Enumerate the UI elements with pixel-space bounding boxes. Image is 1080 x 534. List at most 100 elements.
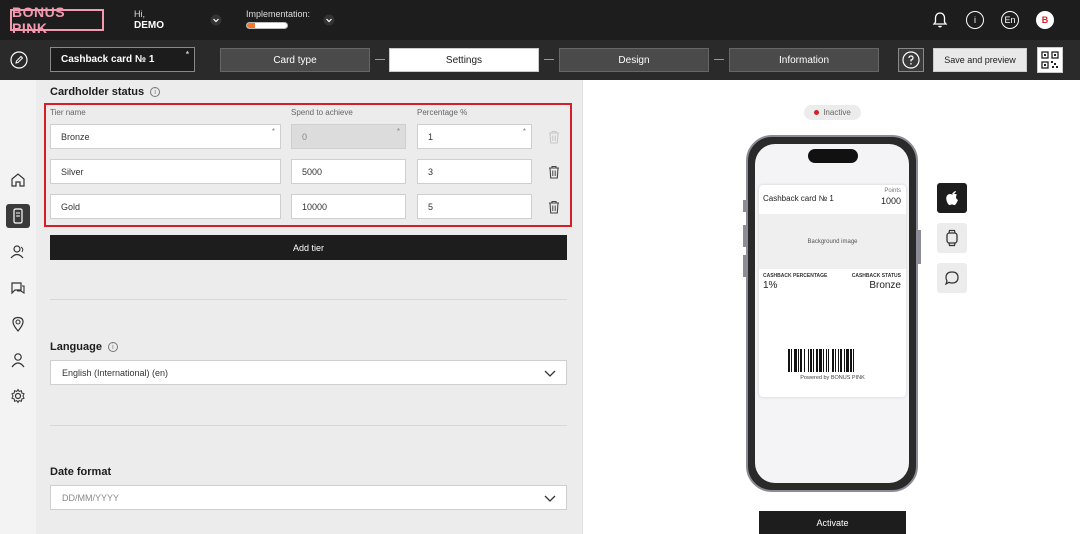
tab-card-type[interactable]: Card type	[220, 48, 370, 72]
add-tier-button[interactable]: Add tier	[50, 235, 567, 260]
android-wallet-button[interactable]	[937, 223, 967, 253]
tier-name-input[interactable]: Silver	[50, 159, 281, 184]
cashback-percentage-label: CASHBACK PERCENTAGE	[763, 273, 828, 279]
apple-wallet-button[interactable]	[937, 183, 967, 213]
sidebar	[0, 80, 36, 534]
bell-icon[interactable]	[931, 11, 949, 29]
tier-name-value: Silver	[61, 166, 84, 177]
language-value: English (International) (en)	[62, 367, 169, 378]
activate-button[interactable]: Activate	[759, 511, 906, 534]
barcode-bar	[798, 349, 799, 372]
language-select[interactable]: English (International) (en)	[50, 360, 567, 385]
chevron-down-icon	[544, 495, 556, 502]
barcode-bar	[850, 349, 852, 372]
barcode-bar	[853, 349, 854, 372]
info-icon[interactable]: i	[966, 11, 984, 29]
barcode-bar	[791, 349, 792, 372]
date-format-select[interactable]: DD/MM/YYYY	[50, 485, 567, 510]
percentage-input[interactable]: 3	[417, 159, 532, 184]
percentage-input[interactable]: 5	[417, 194, 532, 219]
tab-design[interactable]: Design	[559, 48, 709, 72]
percentage-value: 5	[428, 201, 434, 212]
language-button[interactable]: En	[1001, 11, 1019, 29]
spend-input[interactable]: 10000	[291, 194, 406, 219]
card-icon[interactable]	[6, 204, 30, 228]
barcode-bar	[813, 349, 814, 372]
status-dot	[814, 110, 820, 115]
spend-value: 5000	[302, 166, 323, 177]
spend-input[interactable]: 5000	[291, 159, 406, 184]
barcode-bar	[832, 349, 834, 372]
column-header-percentage: Percentage %	[417, 108, 468, 117]
message-preview-button[interactable]	[937, 263, 967, 293]
barcode-bar	[844, 349, 845, 372]
tab-settings[interactable]: Settings	[389, 48, 539, 72]
location-icon[interactable]	[8, 314, 28, 334]
implementation-progress-fill	[247, 23, 255, 28]
implementation-label: Implementation:	[246, 9, 311, 19]
barcode-bar	[840, 349, 842, 372]
dynamic-island	[808, 149, 858, 163]
trash-icon	[549, 130, 559, 144]
edit-icon[interactable]	[10, 51, 28, 69]
save-and-preview-button[interactable]: Save and preview	[933, 48, 1027, 72]
pass-points-label: Points	[884, 188, 901, 194]
card-name-field[interactable]: Cashback card № 1 *	[50, 47, 195, 72]
step-connector	[375, 59, 385, 60]
barcode-bar	[826, 349, 827, 372]
apple-icon	[946, 191, 958, 206]
barcode-bar	[835, 349, 836, 372]
background-image-label: Background image	[807, 238, 858, 245]
column-header-tier-name: Tier name	[50, 108, 86, 117]
percentage-value: 1	[428, 131, 434, 142]
implementation-progress	[246, 22, 288, 29]
tab-information[interactable]: Information	[729, 48, 879, 72]
implementation-chevron-icon[interactable]	[323, 14, 335, 26]
required-mark: *	[271, 127, 275, 136]
info-icon[interactable]: i	[150, 87, 161, 97]
barcode-bar	[823, 349, 824, 372]
trash-icon[interactable]	[547, 200, 561, 214]
tier-name-input[interactable]: Bronze *	[50, 124, 281, 149]
barcode-bar	[828, 349, 829, 372]
cardholder-status-title: Cardholder status i	[50, 86, 161, 98]
barcode-bar	[800, 349, 802, 372]
card-name-text: Cashback card № 1	[61, 54, 155, 65]
tier-name-input[interactable]: Gold	[50, 194, 281, 219]
settings-icon[interactable]	[8, 386, 28, 406]
column-header-spend: Spend to achieve	[291, 108, 353, 117]
trash-icon[interactable]	[547, 165, 561, 179]
home-icon[interactable]	[8, 170, 28, 190]
qr-code-button[interactable]	[1037, 47, 1063, 73]
user-menu-chevron-icon[interactable]	[210, 14, 222, 26]
date-format-title: Date format	[50, 466, 111, 478]
date-format-placeholder: DD/MM/YYYY	[62, 492, 120, 503]
barcode-bar	[819, 349, 822, 372]
brand-logo[interactable]: BONUS PINK	[10, 4, 104, 36]
barcode-bar	[788, 349, 790, 372]
pass-title: Cashback card № 1	[763, 194, 834, 203]
status-label: Inactive	[823, 108, 851, 117]
info-icon[interactable]: i	[107, 342, 118, 352]
messages-icon[interactable]	[8, 278, 28, 298]
cashback-percentage-value: 1%	[763, 280, 778, 291]
user-icon[interactable]	[8, 350, 28, 370]
language-title: Language i	[50, 341, 118, 353]
barcode-bar	[838, 349, 839, 372]
status-badge: Inactive	[804, 105, 861, 120]
customers-icon[interactable]	[8, 242, 28, 262]
barcode-bar	[794, 349, 797, 372]
barcode-bar	[808, 349, 809, 372]
avatar[interactable]: B	[1036, 11, 1054, 29]
divider	[50, 299, 567, 300]
tier-name-value: Bronze	[61, 131, 90, 142]
help-button[interactable]	[898, 48, 924, 72]
percentage-input[interactable]: 1 *	[417, 124, 532, 149]
phone-side-button	[918, 230, 921, 264]
watch-icon	[946, 229, 958, 247]
required-mark: *	[522, 127, 526, 136]
spend-input[interactable]: 0 *	[291, 124, 406, 149]
powered-by: Powered by BONUS PINK	[800, 375, 865, 381]
barcode	[788, 349, 854, 372]
barcode-bar	[816, 349, 818, 372]
